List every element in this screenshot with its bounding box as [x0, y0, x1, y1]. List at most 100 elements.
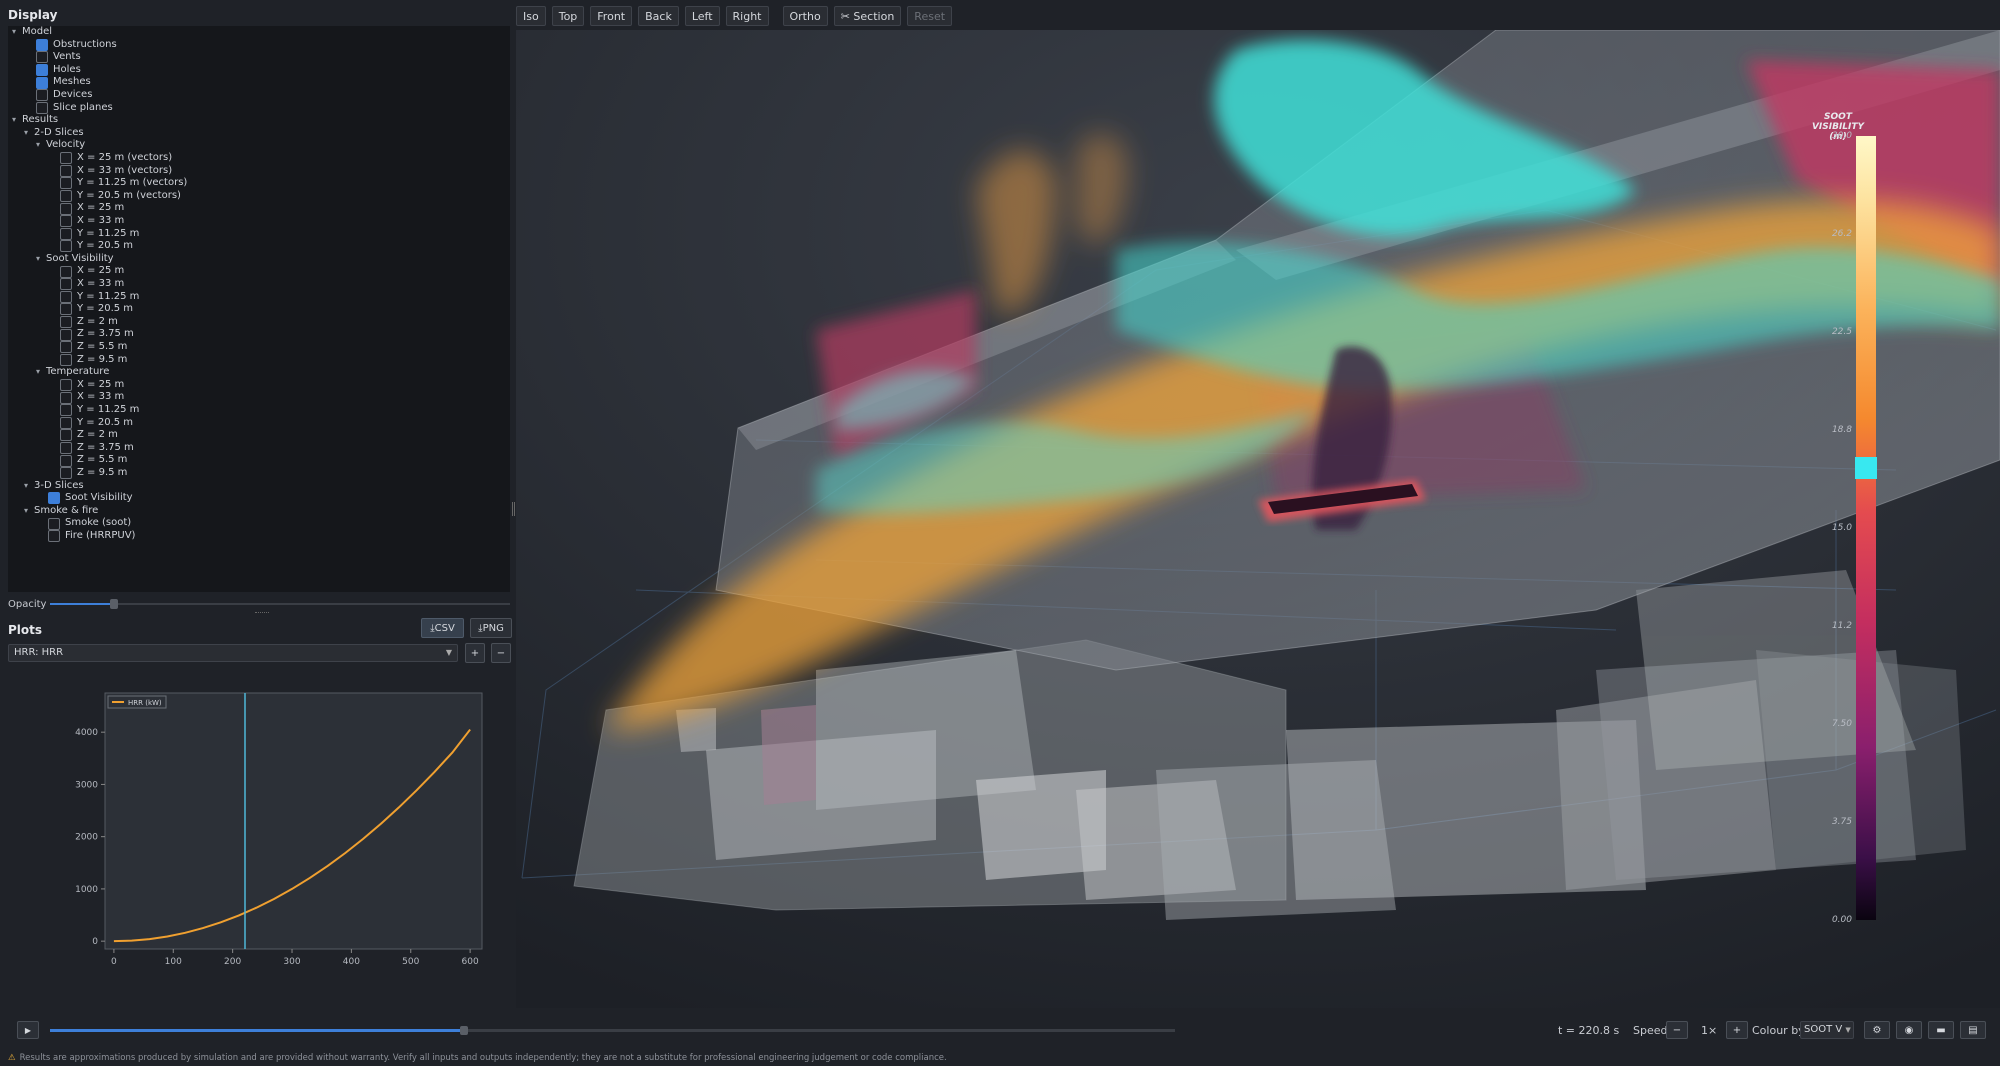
tree-item[interactable]: Z = 3.75 m	[60, 328, 134, 341]
tree-item[interactable]: X = 33 m	[60, 215, 124, 228]
tree-item[interactable]: ▾ Velocity	[36, 139, 85, 152]
settings-icon[interactable]: ⚙	[1864, 1021, 1890, 1039]
tree-checkbox[interactable]	[36, 89, 48, 102]
view-top-button[interactable]: Top	[551, 6, 585, 26]
reset-button[interactable]: Reset	[907, 6, 953, 26]
tree-checkbox[interactable]	[60, 240, 72, 253]
tree-checkbox[interactable]	[60, 391, 72, 404]
tree-item[interactable]: Z = 2 m	[60, 429, 118, 442]
tree-item[interactable]: Holes	[36, 64, 81, 77]
legend-toggle-icon[interactable]: ▬	[1928, 1021, 1954, 1039]
tree-checkbox[interactable]	[60, 353, 72, 366]
palette-icon[interactable]: ◉	[1896, 1021, 1922, 1039]
expand-arrow-icon[interactable]: ▾	[36, 253, 46, 266]
timeline-slider-handle[interactable]	[460, 1026, 468, 1035]
view-right-button[interactable]: Right	[725, 6, 769, 26]
tree-checkbox[interactable]	[36, 76, 48, 89]
tree-checkbox[interactable]	[60, 416, 72, 429]
tree-item[interactable]: Y = 20.5 m	[60, 303, 133, 316]
tree-checkbox[interactable]	[36, 38, 48, 51]
tree-checkbox[interactable]	[48, 517, 60, 530]
add-plot-button[interactable]: +	[465, 643, 485, 663]
tree-item[interactable]: X = 33 m	[60, 391, 124, 404]
tree-checkbox[interactable]	[60, 341, 72, 354]
tree-item[interactable]: Fire (HRRPUV)	[48, 530, 135, 543]
tree-checkbox[interactable]	[60, 442, 72, 455]
tree-checkbox[interactable]	[36, 101, 48, 114]
panel-resize-handle[interactable]	[512, 502, 515, 516]
expand-arrow-icon[interactable]: ▾	[12, 26, 22, 39]
tree-item[interactable]: Y = 20.5 m	[60, 240, 133, 253]
tree-item[interactable]: ▾ 2-D Slices	[24, 127, 84, 140]
tree-item[interactable]: Y = 11.25 m (vectors)	[60, 177, 187, 190]
panel-splitter-grip[interactable]	[255, 612, 269, 614]
view-back-button[interactable]: Back	[638, 6, 679, 26]
tree-item[interactable]: Z = 9.5 m	[60, 467, 127, 480]
remove-plot-button[interactable]: −	[491, 643, 511, 663]
tree-item[interactable]: Y = 20.5 m	[60, 417, 133, 430]
tree-checkbox[interactable]	[60, 454, 72, 467]
section-button[interactable]: ✂ Section	[833, 6, 902, 26]
tree-checkbox[interactable]	[60, 404, 72, 417]
tree-item[interactable]: Soot Visibility	[48, 492, 133, 505]
tree-item[interactable]: Y = 20.5 m (vectors)	[60, 190, 181, 203]
speed-decrease-button[interactable]: −	[1666, 1021, 1688, 1039]
colour-by-select[interactable]: SOOT V ▼	[1800, 1021, 1854, 1039]
tree-item[interactable]: Z = 5.5 m	[60, 454, 127, 467]
tree-item[interactable]: Smoke (soot)	[48, 517, 131, 530]
tree-checkbox[interactable]	[60, 379, 72, 392]
tree-checkbox[interactable]	[60, 202, 72, 215]
expand-arrow-icon[interactable]: ▾	[24, 480, 34, 493]
tree-checkbox[interactable]	[60, 164, 72, 177]
tree-item[interactable]: X = 33 m	[60, 278, 124, 291]
tree-item[interactable]: Z = 5.5 m	[60, 341, 127, 354]
expand-arrow-icon[interactable]: ▾	[24, 127, 34, 140]
tree-item[interactable]: Z = 9.5 m	[60, 354, 127, 367]
tree-item[interactable]: Z = 3.75 m	[60, 442, 134, 455]
tree-item[interactable]: ▾ Model	[12, 26, 52, 39]
tree-item[interactable]: Meshes	[36, 76, 91, 89]
export-csv-button[interactable]: ⤓CSV	[421, 618, 464, 638]
tree-checkbox[interactable]	[60, 215, 72, 228]
view-left-button[interactable]: Left	[684, 6, 720, 26]
timeline-slider[interactable]	[50, 1026, 1175, 1035]
opacity-slider-handle[interactable]	[110, 599, 119, 609]
tree-item[interactable]: X = 25 m	[60, 265, 124, 278]
tree-checkbox[interactable]	[36, 64, 48, 77]
expand-arrow-icon[interactable]: ▾	[36, 366, 46, 379]
tree-checkbox[interactable]	[60, 278, 72, 291]
tree-item[interactable]: Y = 11.25 m	[60, 291, 139, 304]
view-front-button[interactable]: Front	[590, 6, 633, 26]
tree-checkbox[interactable]	[60, 328, 72, 341]
3d-viewport[interactable]	[516, 30, 2000, 1008]
tree-item[interactable]: X = 33 m (vectors)	[60, 165, 172, 178]
tree-checkbox[interactable]	[60, 429, 72, 442]
tree-item[interactable]: ▾ Results	[12, 114, 58, 127]
ortho-button[interactable]: Ortho	[782, 6, 828, 26]
colorbar-marker[interactable]	[1855, 456, 1877, 479]
expand-arrow-icon[interactable]: ▾	[12, 114, 22, 127]
plot-series-select[interactable]: HRR: HRR ▼	[8, 644, 458, 662]
tree-item[interactable]: Y = 11.25 m	[60, 404, 139, 417]
expand-arrow-icon[interactable]: ▾	[36, 139, 46, 152]
tree-item[interactable]: Y = 11.25 m	[60, 228, 139, 241]
tree-checkbox[interactable]	[60, 190, 72, 203]
tree-item[interactable]: ▾ Soot Visibility	[36, 253, 114, 266]
tree-item[interactable]: ▾ Temperature	[36, 366, 109, 379]
tree-item[interactable]: ▾ 3-D Slices	[24, 480, 84, 493]
tree-item[interactable]: ▾ Smoke & fire	[24, 505, 98, 518]
opacity-slider[interactable]	[50, 599, 510, 609]
tree-checkbox[interactable]	[60, 316, 72, 329]
tree-checkbox[interactable]	[48, 492, 60, 505]
layout-toggle-icon[interactable]: ▤	[1960, 1021, 1986, 1039]
export-png-button[interactable]: ⤓PNG	[470, 618, 512, 638]
tree-item[interactable]: X = 25 m	[60, 379, 124, 392]
tree-checkbox[interactable]	[60, 265, 72, 278]
tree-item[interactable]: Slice planes	[36, 102, 113, 115]
expand-arrow-icon[interactable]: ▾	[24, 505, 34, 518]
display-tree[interactable]: ▾ Model Obstructions Vents Holes Meshes Device…	[8, 26, 510, 592]
tree-item[interactable]: X = 25 m	[60, 202, 124, 215]
tree-checkbox[interactable]	[60, 290, 72, 303]
tree-checkbox[interactable]	[60, 227, 72, 240]
tree-item[interactable]: Vents	[36, 51, 81, 64]
